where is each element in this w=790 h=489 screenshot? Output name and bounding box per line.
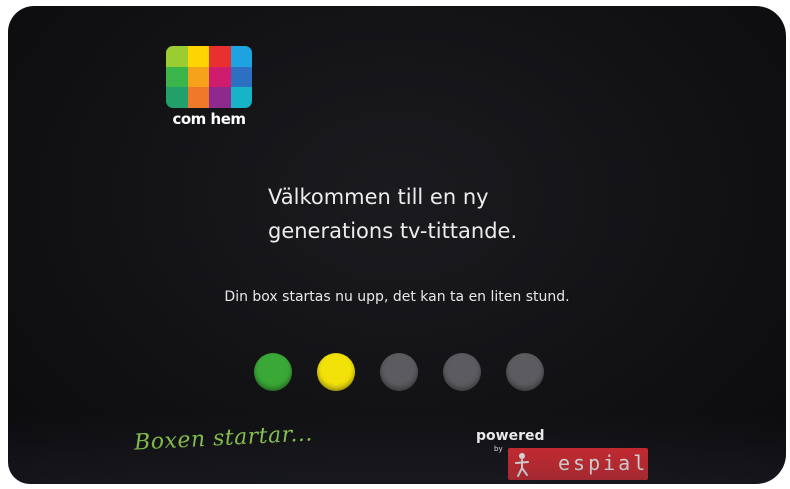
espial-wordmark: espial	[558, 451, 649, 475]
powered-label: powered	[476, 428, 545, 444]
comhem-wordmark: com hem	[172, 110, 246, 128]
powered-by-espial: powered by espial	[476, 428, 651, 482]
logo-tile	[209, 46, 231, 67]
logo-tile	[187, 66, 209, 88]
tv-screen: com hem Välkommen till en ny generations…	[8, 6, 786, 484]
espial-logo: espial	[508, 448, 648, 480]
progress-dot-pending	[506, 353, 544, 391]
logo-tile	[230, 87, 252, 108]
espial-figure-icon	[515, 453, 529, 477]
progress-indicator	[254, 353, 544, 391]
comhem-logo-tiles	[166, 46, 252, 108]
by-label: by	[494, 445, 503, 453]
logo-tile	[209, 87, 231, 108]
comhem-logo: com hem	[166, 46, 252, 128]
logo-tile	[230, 46, 252, 67]
progress-dot-pending	[443, 353, 481, 391]
welcome-line-1: Välkommen till en ny	[268, 185, 489, 209]
logo-tile	[187, 87, 209, 108]
logo-tile	[230, 66, 252, 88]
progress-dot-complete	[254, 353, 292, 391]
logo-tile	[166, 66, 188, 88]
welcome-heading: Välkommen till en ny generations tv-titt…	[268, 180, 598, 248]
startup-message: Din box startas nu upp, det kan ta en li…	[224, 289, 570, 305]
status-caption: Boxen startar...	[133, 421, 314, 456]
logo-tile	[187, 46, 209, 67]
progress-dot-pending	[380, 353, 418, 391]
logo-tile	[166, 87, 188, 108]
logo-tile	[209, 66, 231, 88]
welcome-line-2: generations tv-tittande.	[268, 219, 518, 243]
progress-dot-complete	[317, 353, 355, 391]
logo-tile	[166, 46, 188, 67]
